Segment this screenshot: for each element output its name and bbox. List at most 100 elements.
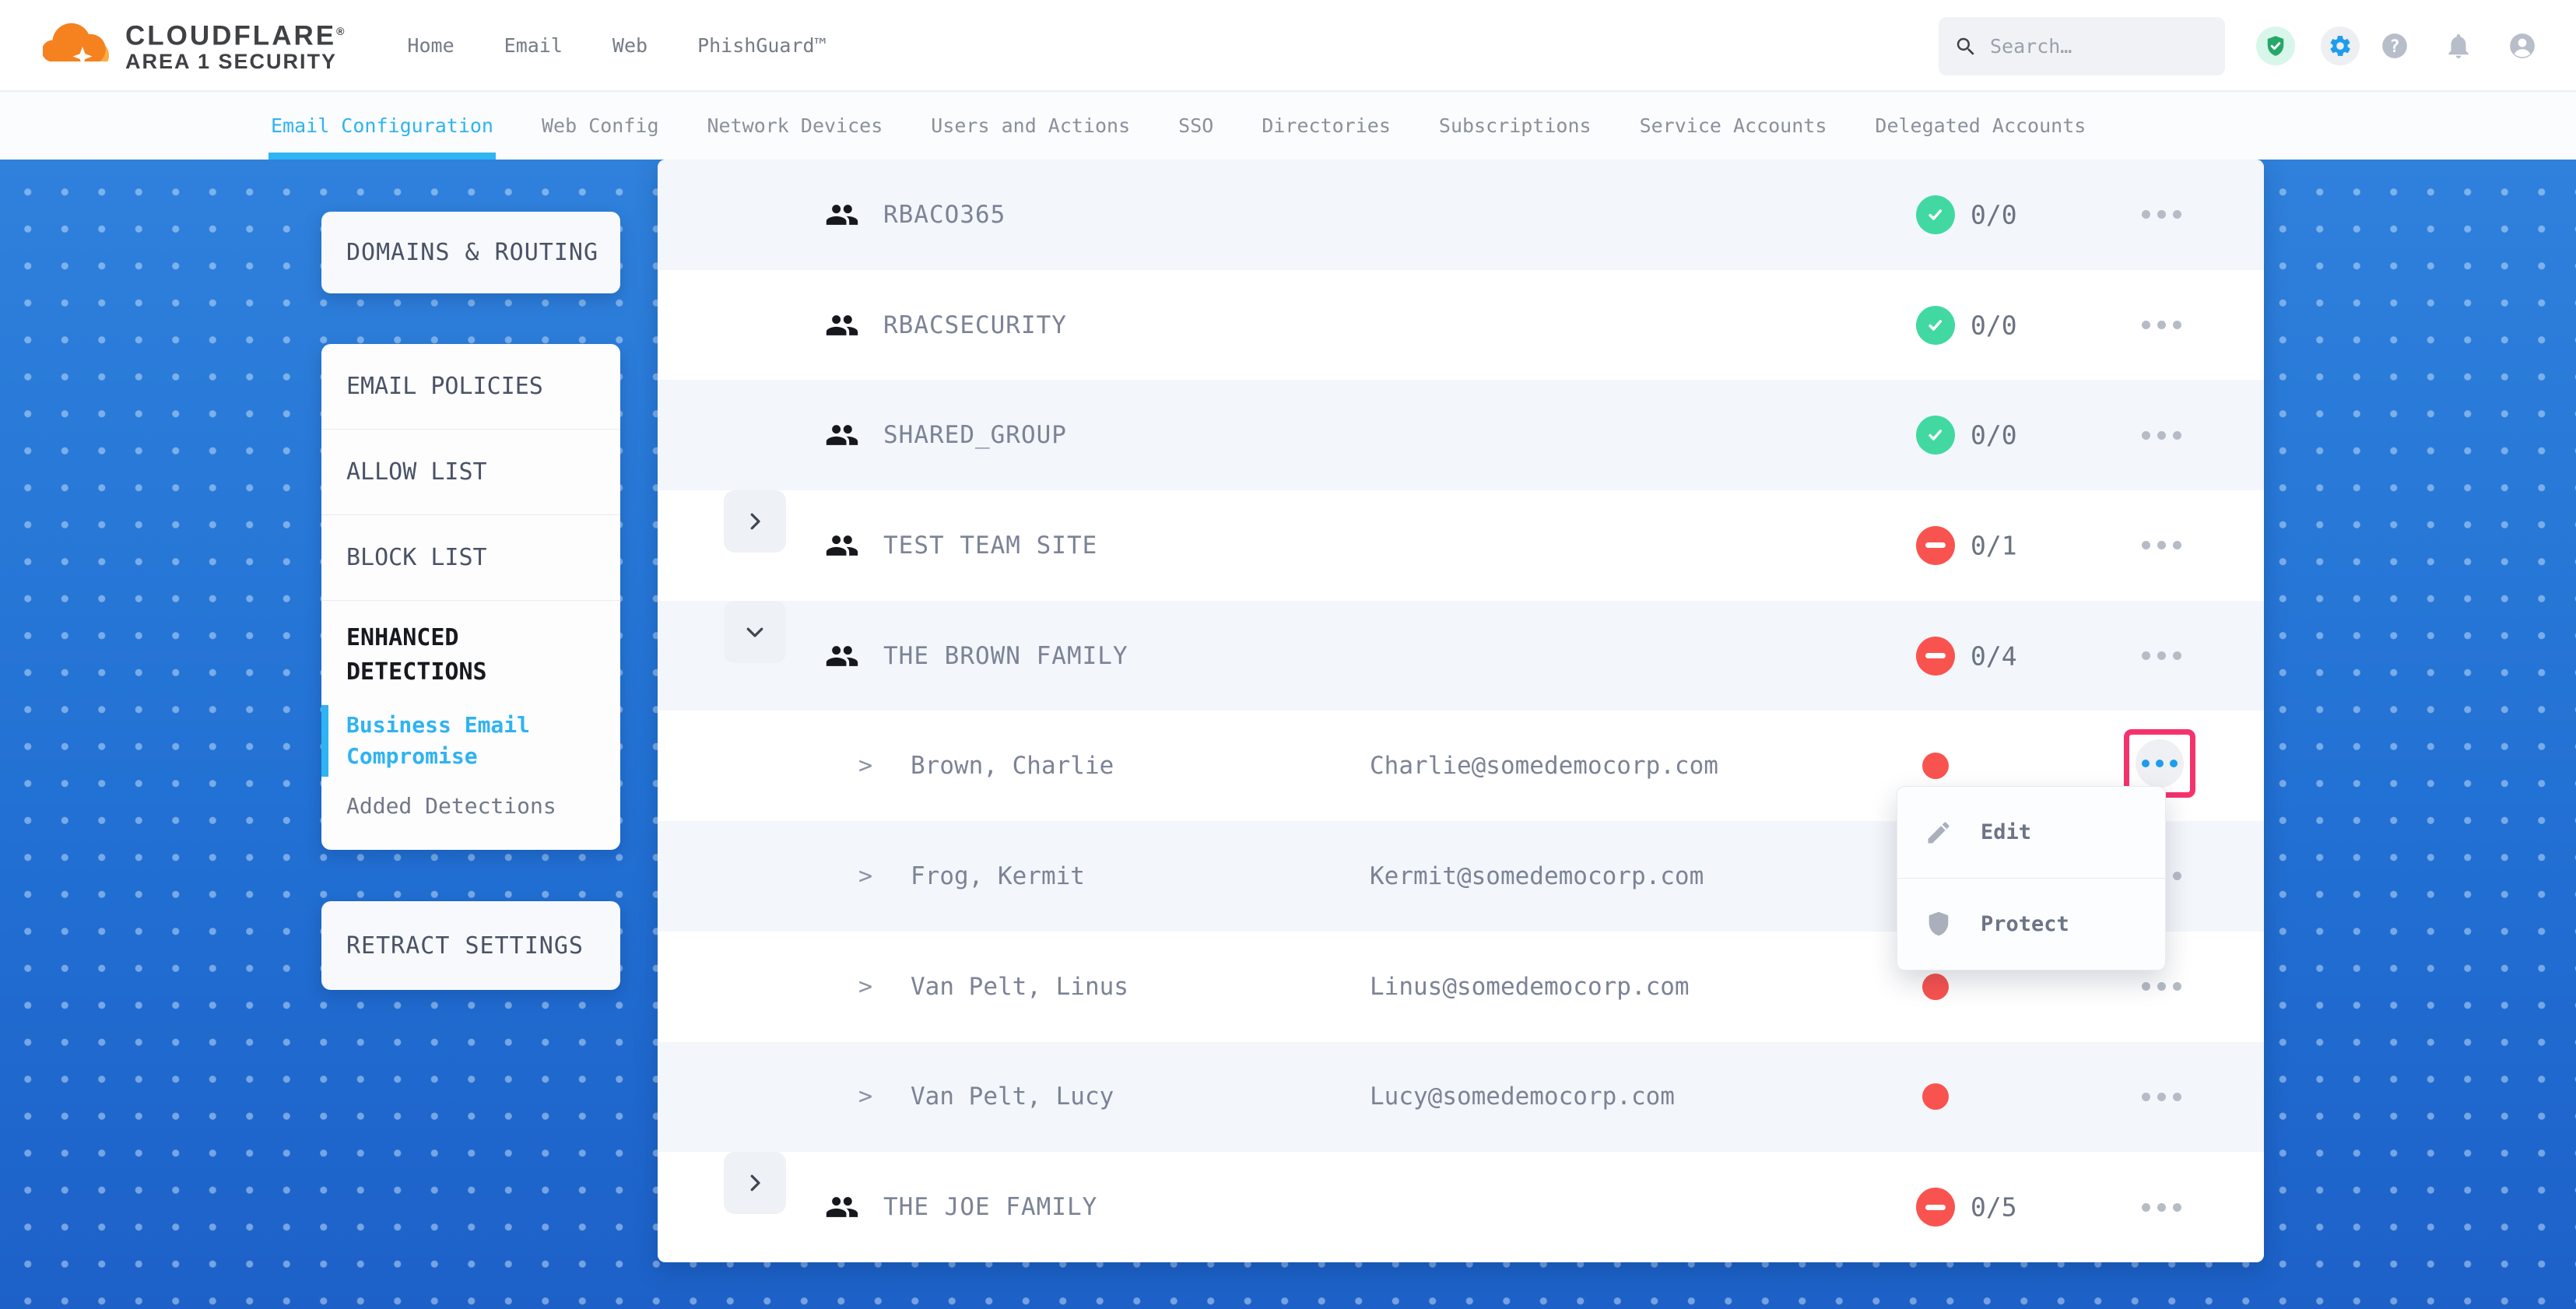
bell-icon[interactable] <box>2444 31 2473 61</box>
expand-button[interactable] <box>724 1152 786 1214</box>
status-ok-badge <box>1916 306 1955 345</box>
sidebar-label: RETRACT SETTINGS <box>321 932 584 960</box>
row-menu-button[interactable] <box>2134 971 2188 1002</box>
row-menu-button[interactable] <box>2134 640 2188 672</box>
row-menu-button[interactable] <box>2134 1081 2188 1112</box>
chevron-right-icon <box>743 510 767 533</box>
member-count: 0/0 <box>1971 420 2017 451</box>
nav-item-web[interactable]: Web <box>612 34 648 57</box>
member-name: Frog, Kermit <box>911 862 1085 890</box>
settings-chip[interactable] <box>2321 26 2360 65</box>
tab-directories[interactable]: Directories <box>1262 92 1391 160</box>
sidebar-item-retract-settings[interactable]: RETRACT SETTINGS <box>321 901 620 990</box>
directory-table: RBACO365 0/0 RBACSECURITY 0/0 SHARED_GRO… <box>658 160 2264 1262</box>
chevron-right-icon <box>743 1171 767 1195</box>
svg-text:?: ? <box>2389 37 2399 57</box>
collapse-button[interactable] <box>724 601 786 663</box>
tab-email-configuration[interactable]: Email Configuration <box>271 92 493 160</box>
menu-item-label: Edit <box>1981 820 2031 844</box>
status-blocked-badge <box>1916 1188 1955 1227</box>
member-email: Charlie@somedemocorp.com <box>1370 752 1718 780</box>
table-row[interactable]: SHARED_GROUP 0/0 <box>658 380 2264 490</box>
row-menu-button-active[interactable] <box>2136 739 2184 788</box>
cloudflare-cloud-icon <box>43 8 121 82</box>
sidebar-item-business-email-compromise[interactable]: Business Email Compromise <box>346 710 597 772</box>
row-menu-button[interactable] <box>2134 419 2188 451</box>
pencil-icon <box>1925 819 1953 847</box>
member-count: 0/4 <box>1971 640 2017 671</box>
top-nav: Home Email Web PhishGuard™ <box>407 34 826 57</box>
chevron-right-icon: > <box>858 862 872 890</box>
tab-web-config[interactable]: Web Config <box>542 92 659 160</box>
tab-sso[interactable]: SSO <box>1178 92 1213 160</box>
table-row[interactable]: TEST TEAM SITE 0/1 <box>658 490 2264 601</box>
search-input[interactable] <box>1990 35 2200 58</box>
app-header: CLOUDFLARE® AREA 1 SECURITY Home Email W… <box>0 0 2576 92</box>
table-row[interactable]: THE BROWN FAMILY 0/4 <box>658 601 2264 711</box>
brand-title: CLOUDFLARE® <box>125 17 346 51</box>
table-row[interactable]: RBACSECURITY 0/0 <box>658 270 2264 381</box>
group-name: THE BROWN FAMILY <box>883 642 1128 670</box>
user-avatar-icon[interactable] <box>2508 31 2537 61</box>
help-icon[interactable]: ? <box>2380 31 2409 61</box>
minus-icon <box>1925 653 1946 658</box>
status-ok-badge <box>1916 195 1955 234</box>
sidebar-label: Business Email Compromise <box>346 712 530 769</box>
protection-status-chip[interactable] <box>2256 26 2295 65</box>
sidebar-item-block-list[interactable]: BLOCK LIST <box>321 515 620 601</box>
group-name: TEST TEAM SITE <box>883 532 1097 560</box>
minus-icon <box>1925 1205 1946 1210</box>
member-name: Brown, Charlie <box>911 752 1114 780</box>
expand-button[interactable] <box>724 490 786 553</box>
brand-subtitle: AREA 1 SECURITY <box>125 50 346 73</box>
row-menu-button[interactable] <box>2134 199 2188 230</box>
table-row[interactable]: > Van Pelt, Lucy Lucy@somedemocorp.com <box>658 1042 2264 1153</box>
menu-item-protect[interactable]: Protect <box>1897 878 2165 969</box>
search-box[interactable] <box>1939 17 2225 75</box>
sidebar-item-added-detections[interactable]: Added Detections <box>346 791 597 822</box>
group-icon <box>825 1190 859 1224</box>
status-dot-red <box>1922 1083 1949 1110</box>
nav-item-home[interactable]: Home <box>407 34 454 57</box>
group-name: RBACSECURITY <box>883 311 1067 339</box>
tab-users-and-actions[interactable]: Users and Actions <box>931 92 1130 160</box>
nav-item-phishguard[interactable]: PhishGuard™ <box>697 34 826 57</box>
sidebar-item-allow-list[interactable]: ALLOW LIST <box>321 430 620 515</box>
tab-delegated-accounts[interactable]: Delegated Accounts <box>1875 92 2086 160</box>
minus-icon <box>1925 542 1946 548</box>
chevron-right-icon: > <box>858 973 872 1000</box>
row-menu-button[interactable] <box>2134 1191 2188 1223</box>
search-icon <box>1954 35 1978 58</box>
group-name: THE JOE FAMILY <box>883 1193 1097 1221</box>
member-email: Lucy@somedemocorp.com <box>1370 1083 1675 1111</box>
tab-service-accounts[interactable]: Service Accounts <box>1640 92 1827 160</box>
tab-network-devices[interactable]: Network Devices <box>707 92 883 160</box>
status-dot-red <box>1922 753 1949 779</box>
chevron-right-icon: > <box>858 753 872 780</box>
shield-check-icon <box>2264 34 2287 58</box>
status-ok-badge <box>1916 416 1955 454</box>
shield-icon <box>1925 910 1953 938</box>
table-row[interactable]: THE JOE FAMILY 0/5 <box>658 1152 2264 1262</box>
group-icon <box>825 418 859 452</box>
chevron-down-icon <box>743 620 767 644</box>
nav-item-email[interactable]: Email <box>504 34 563 57</box>
cloudflare-logo[interactable]: CLOUDFLARE® AREA 1 SECURITY <box>43 8 346 82</box>
sidebar-item-domains-routing[interactable]: DOMAINS & ROUTING <box>321 212 620 293</box>
member-count: 0/5 <box>1971 1192 2017 1223</box>
secondary-nav: Email Configuration Web Config Network D… <box>0 92 2576 160</box>
content-stage: DOMAINS & ROUTING EMAIL POLICIES ALLOW L… <box>0 160 2576 1309</box>
menu-item-edit[interactable]: Edit <box>1897 787 2165 878</box>
row-context-menu: Edit Protect <box>1897 786 2166 970</box>
sidebar-item-email-policies[interactable]: EMAIL POLICIES <box>321 344 620 430</box>
row-menu-button[interactable] <box>2134 530 2188 561</box>
group-name: SHARED_GROUP <box>883 421 1067 449</box>
chevron-right-icon: > <box>858 1083 872 1111</box>
table-row[interactable]: RBACO365 0/0 <box>658 160 2264 270</box>
active-indicator-bar <box>321 705 328 777</box>
row-menu-button[interactable] <box>2134 310 2188 341</box>
member-name: Van Pelt, Linus <box>911 973 1128 1001</box>
tab-subscriptions[interactable]: Subscriptions <box>1439 92 1592 160</box>
member-count: 0/0 <box>1971 310 2017 340</box>
registered-mark: ® <box>336 25 346 37</box>
